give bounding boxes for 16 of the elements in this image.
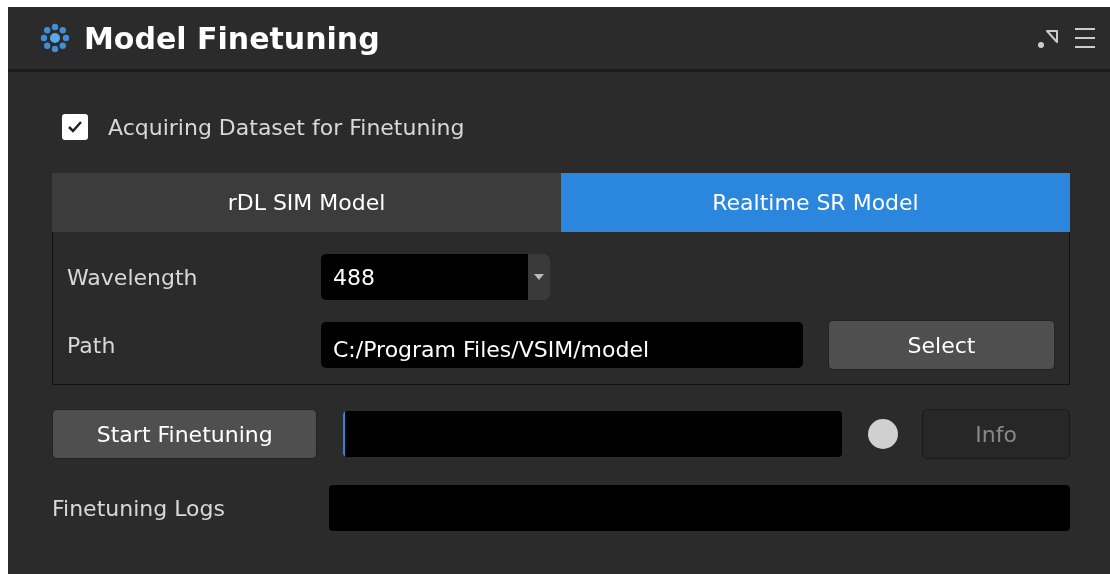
wavelength-dropdown[interactable]: 488 [321, 254, 550, 300]
checkbox[interactable] [62, 114, 88, 140]
select-button[interactable]: Select [828, 320, 1055, 370]
path-field[interactable]: C:/Program Files/VSIM/model [321, 322, 803, 368]
window-title: Model Finetuning [84, 20, 381, 56]
checkbox-label: Acquiring Dataset for Finetuning [108, 114, 465, 140]
dots-icon [40, 23, 70, 53]
start-button[interactable]: Start Finetuning [52, 409, 318, 459]
tab[interactable]: Realtime SR Model [561, 173, 1070, 232]
caret-icon [534, 274, 544, 280]
wavelength-label: Wavelength [67, 264, 199, 290]
path-label: Path [67, 332, 117, 358]
logs-label: Finetuning Logs [52, 495, 225, 521]
menu-icon[interactable] [1074, 26, 1096, 50]
tab[interactable]: rDL SIM Model [52, 173, 561, 232]
logs-field[interactable] [328, 485, 1070, 531]
